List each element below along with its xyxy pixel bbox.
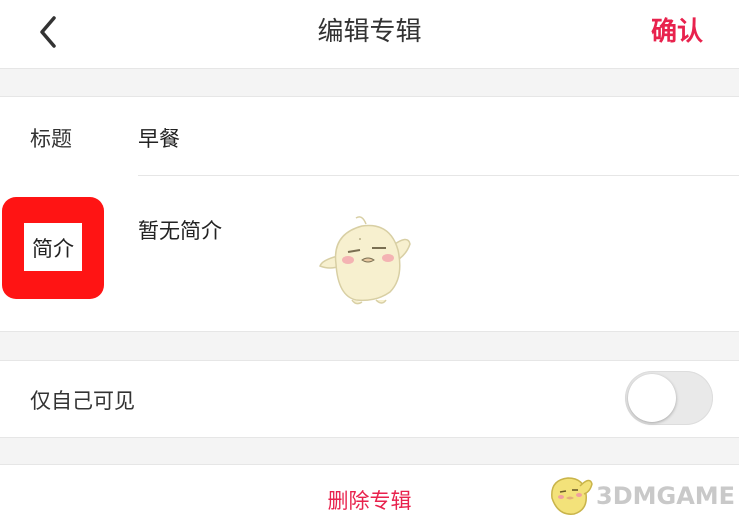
header-bar: 编辑专辑 确认 <box>0 0 739 69</box>
page-title: 编辑专辑 <box>317 17 422 47</box>
description-label-box: 简介 <box>24 223 82 271</box>
description-label-highlight: 简介 <box>2 197 104 299</box>
watermark-text: 3DMGAME <box>596 482 736 510</box>
watermark-logo: 3DMGAME <box>544 470 739 523</box>
watermark-mascot-icon <box>551 477 593 515</box>
description-field[interactable]: 暂无简介 <box>138 215 222 245</box>
private-toggle[interactable] <box>625 371 713 425</box>
privacy-card: 仅自己可见 <box>0 360 739 438</box>
title-field[interactable]: 早餐 <box>138 123 180 153</box>
toggle-knob <box>628 374 676 422</box>
title-label: 标题 <box>30 127 72 151</box>
private-label: 仅自己可见 <box>30 389 135 413</box>
mascot-illustration <box>318 216 416 308</box>
divider <box>138 175 739 176</box>
confirm-button[interactable]: 确认 <box>651 12 703 52</box>
description-label: 简介 <box>32 237 74 261</box>
